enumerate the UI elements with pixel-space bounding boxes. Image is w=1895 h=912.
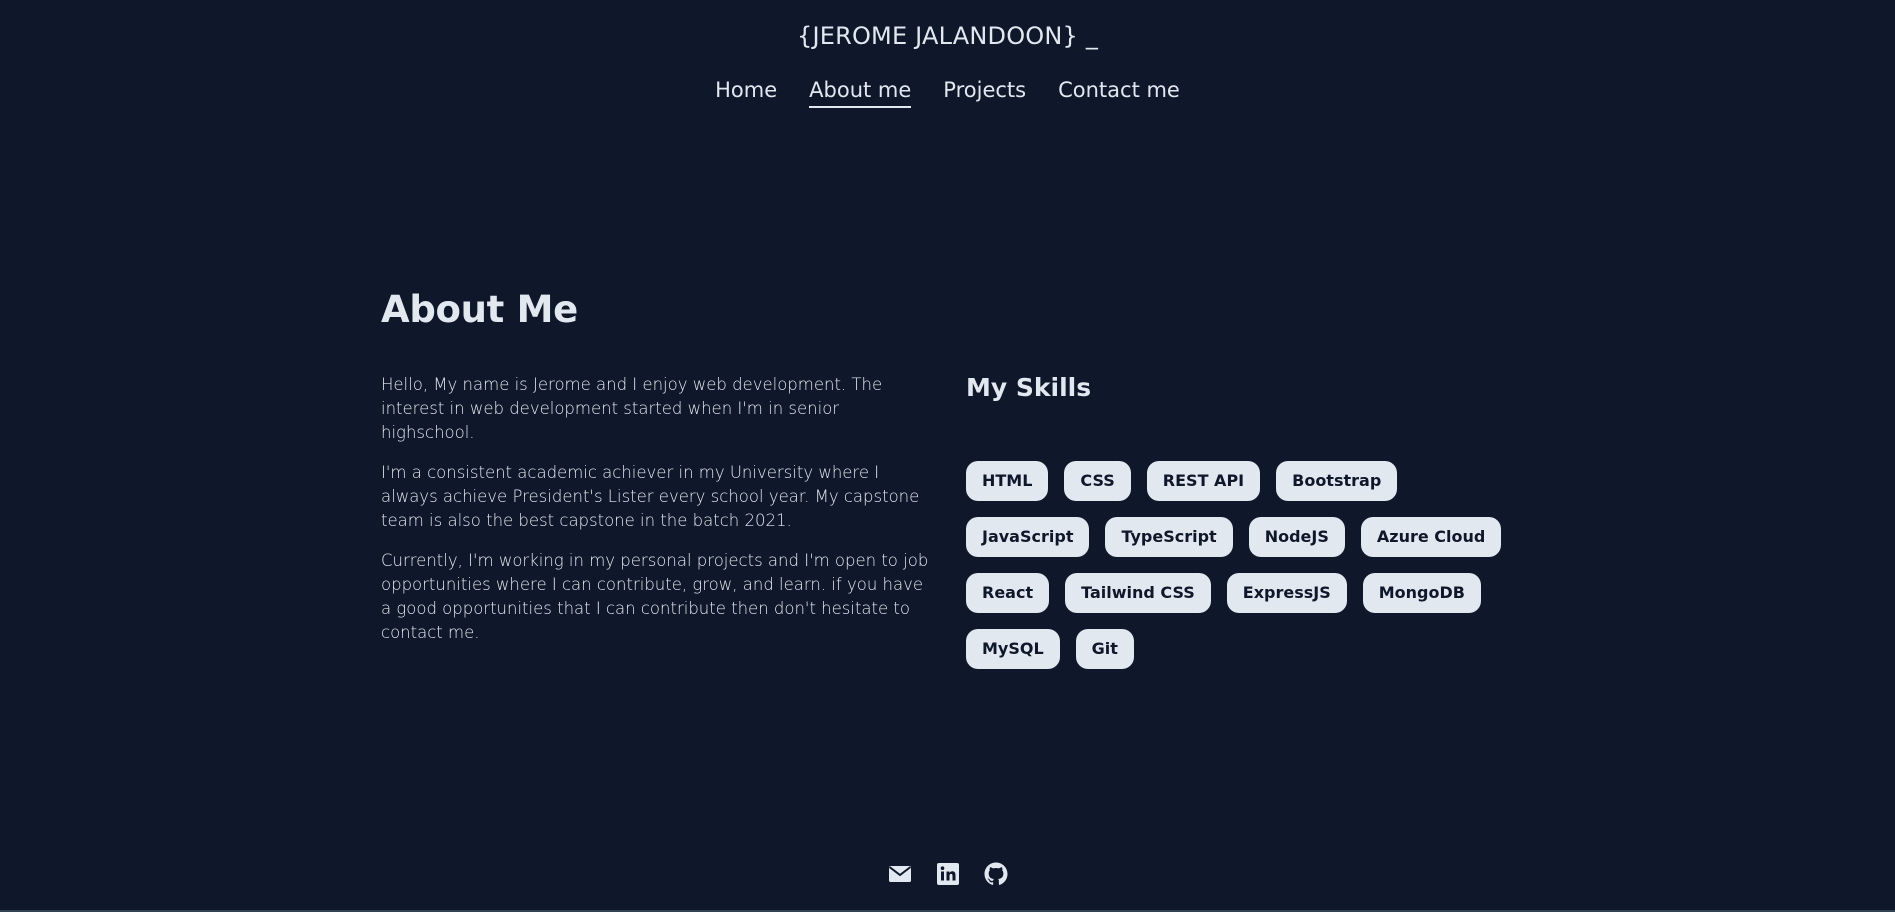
- email-icon-glyph: [888, 866, 911, 882]
- about-text: Hello, My name is Jerome and I enjoy web…: [381, 373, 936, 661]
- skill-chip: NodeJS: [1248, 517, 1345, 557]
- about-paragraph: Currently, I'm working in my personal pr…: [381, 551, 929, 642]
- nav-contact-me[interactable]: Contact me: [1058, 76, 1180, 108]
- skill-chip: CSS: [1064, 461, 1131, 501]
- site-title[interactable]: {JEROME JALANDOON} _: [0, 22, 1895, 50]
- social-links: [0, 862, 1895, 886]
- github-icon-glyph: [984, 862, 1007, 885]
- about-paragraph: I'm a consistent academic achiever in my…: [381, 463, 920, 530]
- skills-heading: My Skills: [966, 373, 1092, 402]
- github-icon[interactable]: [984, 862, 1008, 886]
- skill-chip: React: [966, 573, 1050, 613]
- skill-chip: HTML: [966, 461, 1049, 501]
- linkedin-icon[interactable]: [936, 862, 960, 886]
- nav-projects[interactable]: Projects: [943, 76, 1026, 108]
- skill-chip: REST API: [1146, 461, 1261, 501]
- skill-chip: Bootstrap: [1276, 461, 1398, 501]
- about-paragraph: Hello, My name is Jerome and I enjoy web…: [381, 375, 883, 442]
- skill-chip: Git: [1075, 629, 1134, 669]
- about-heading: About Me: [381, 288, 578, 331]
- skill-chip: TypeScript: [1105, 517, 1233, 557]
- main-nav: Home About me Projects Contact me: [0, 76, 1895, 108]
- skill-chip: Tailwind CSS: [1065, 573, 1211, 613]
- skill-chip: ExpressJS: [1226, 573, 1347, 613]
- skill-chip: MySQL: [966, 629, 1060, 669]
- skill-chip: JavaScript: [966, 517, 1090, 557]
- linkedin-icon-glyph: [936, 863, 959, 885]
- nav-home[interactable]: Home: [715, 76, 777, 108]
- skill-chip: MongoDB: [1362, 573, 1481, 613]
- skills-list: HTML CSS REST API Bootstrap JavaScript T…: [966, 461, 1526, 669]
- nav-about-me[interactable]: About me: [809, 76, 912, 108]
- email-icon[interactable]: [888, 862, 912, 886]
- skill-chip: Azure Cloud: [1360, 517, 1502, 557]
